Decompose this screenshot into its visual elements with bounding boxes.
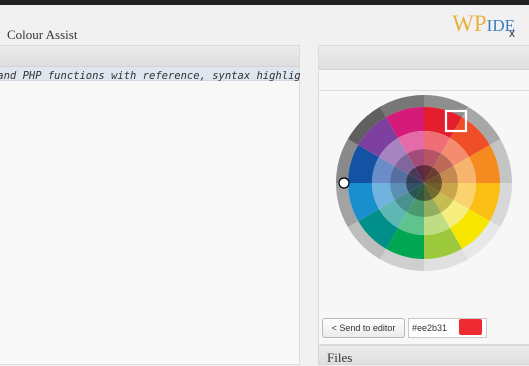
admin-top-bar — [0, 0, 529, 5]
color-preview-swatch — [459, 319, 482, 335]
colour-wheel[interactable] — [334, 93, 514, 273]
wheel-rings[interactable] — [336, 95, 512, 271]
code-editor-panel[interactable] — [0, 45, 300, 365]
send-to-editor-button[interactable]: < Send to editor — [322, 318, 405, 338]
colour-assist-title: Colour Assist — [7, 27, 78, 42]
panel-top-bar — [319, 46, 529, 70]
editor-code-line[interactable]: ess and PHP functions with reference, sy… — [0, 70, 300, 82]
files-panel-title: Files — [327, 350, 353, 365]
editor-header — [0, 46, 299, 67]
panel-separator — [319, 90, 529, 91]
files-panel[interactable]: Files — [318, 345, 529, 365]
logo-wp: WP — [452, 11, 487, 36]
close-icon[interactable]: x — [509, 26, 515, 40]
wpide-logo: WPIDE — [452, 9, 515, 39]
brightness-marker-icon[interactable] — [338, 177, 350, 189]
